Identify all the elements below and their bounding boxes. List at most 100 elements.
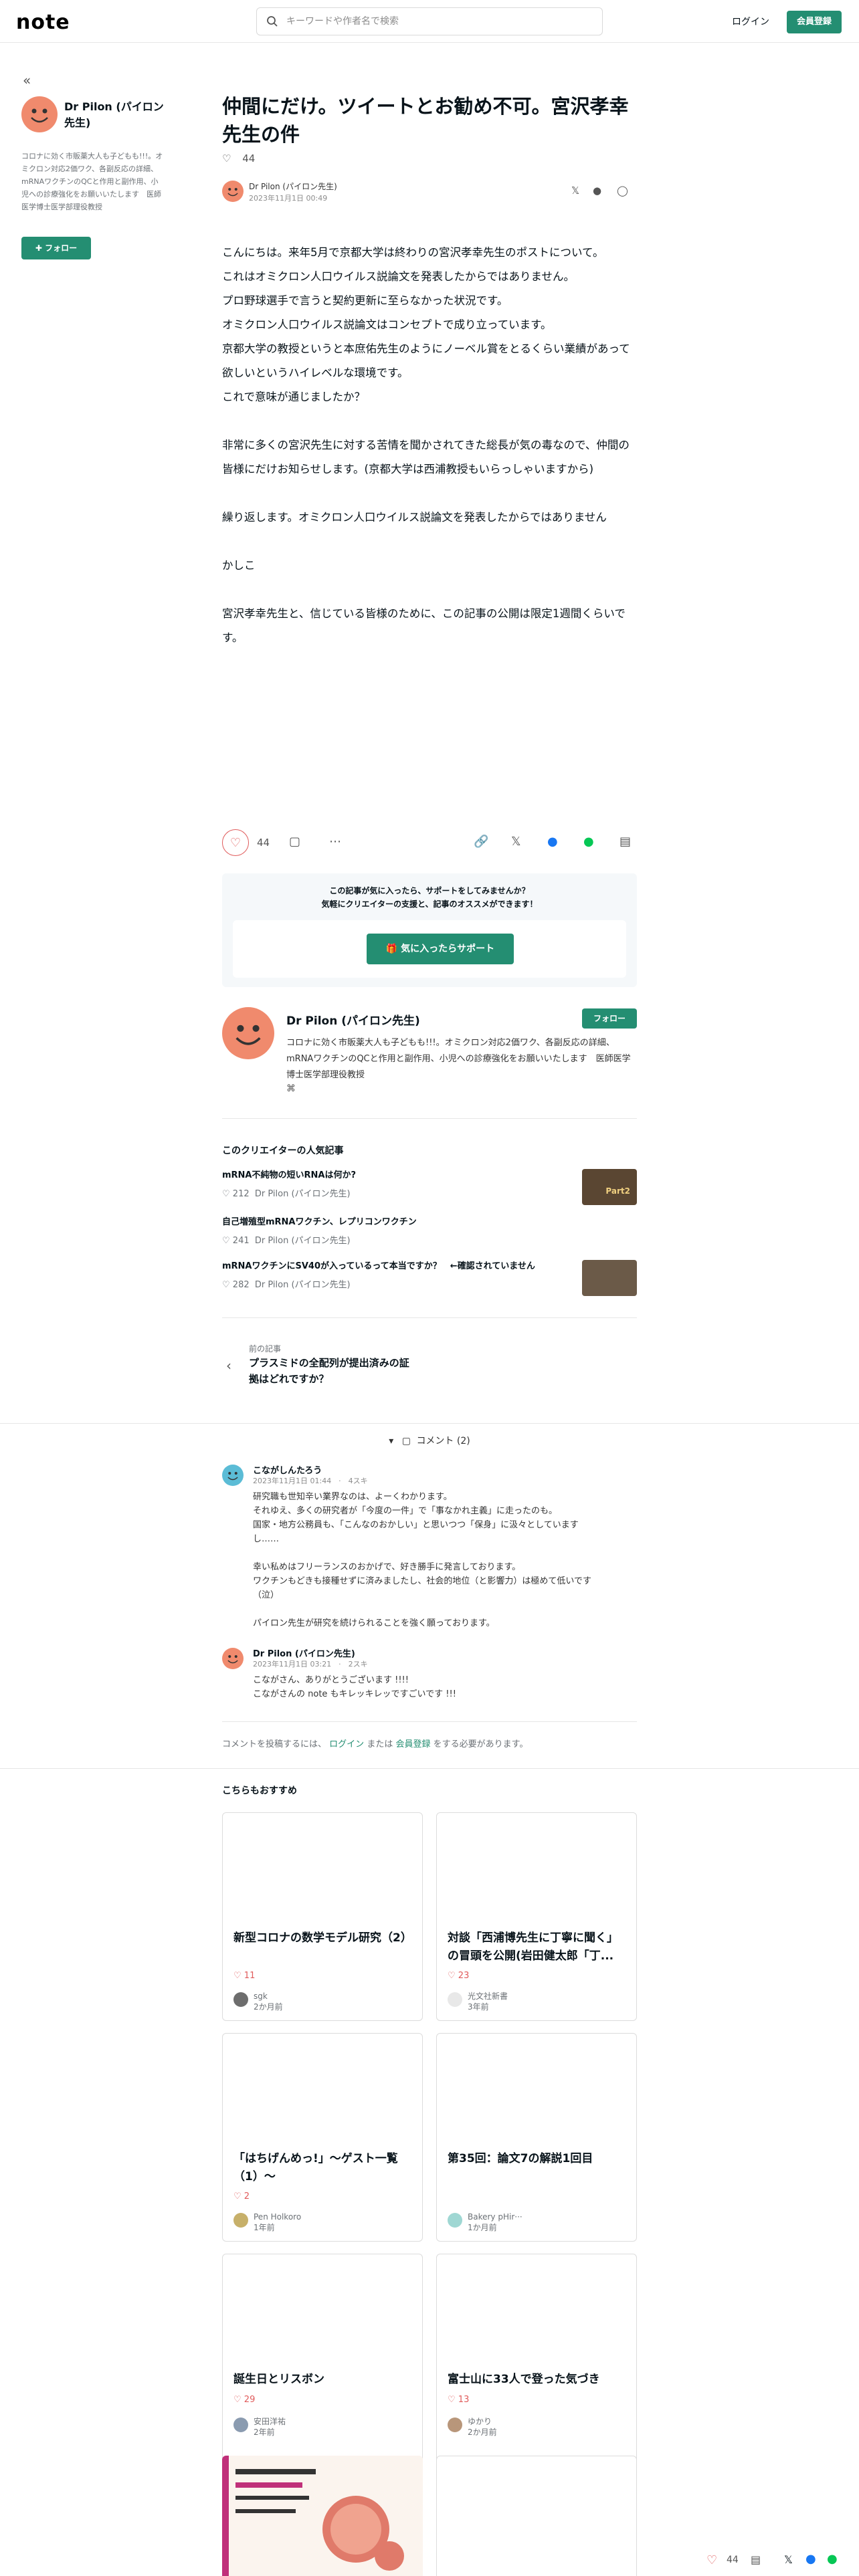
line-share-icon[interactable]: ◯ — [617, 185, 628, 197]
rss-icon[interactable]: ⌘ — [286, 1083, 296, 1094]
comment-icon[interactable]: ▢ — [289, 835, 300, 849]
avatar[interactable] — [222, 1465, 244, 1486]
follow-button[interactable]: ✚ フォロー — [21, 237, 91, 259]
login-note-text: または — [367, 1739, 393, 1749]
avatar[interactable] — [233, 1992, 248, 2007]
author-name[interactable]: Dr Pilon (パイロン先生) — [249, 181, 337, 192]
facebook-share-icon[interactable]: ● — [593, 185, 601, 197]
popular-meta: ♡ 241 Dr Pilon (パイロン先生) — [222, 1233, 637, 1246]
collapse-sidebar-icon[interactable]: « — [23, 72, 31, 88]
facebook-share-icon[interactable]: ● — [805, 2552, 816, 2566]
avatar[interactable] — [233, 2213, 248, 2228]
card-author: 光文社新書 3年前 — [468, 1991, 508, 2012]
body-paragraph: これはオミクロン人口ウイルス説論文を発表したからではありません。 — [222, 270, 575, 283]
chevron-down-icon: ▾ — [389, 1436, 394, 1446]
signup-button[interactable]: 会員登録 — [787, 11, 842, 33]
recommend-card[interactable]: 誕生日とリスボン ♡ 29 安田洋祐 2年前 — [222, 2254, 423, 2462]
facebook-share-icon[interactable]: ● — [547, 835, 558, 849]
avatar[interactable] — [21, 96, 58, 132]
avatar[interactable] — [448, 2418, 462, 2432]
comment-line: こながさんの note もキレッキレッですごいです !!! — [253, 1689, 456, 1699]
support-button[interactable]: 🎁 気に入ったらサポート — [367, 934, 514, 964]
login-note-text: コメントを投稿するには、 — [222, 1739, 327, 1749]
list-item[interactable]: 自己増殖型mRNAワクチン、レプリコンワクチン ♡ 241 Dr Pilon (… — [222, 1216, 637, 1253]
card-likes: ♡ 11 — [233, 1971, 256, 1981]
magazine-icon[interactable]: ▤ — [751, 2553, 761, 2566]
recommend-card[interactable]: 新型コロナの数学モデル研究（2） ♡ 11 sgk 2か月前 — [222, 1812, 423, 2021]
login-link[interactable]: ログイン — [329, 1739, 364, 1749]
like-count: 44 — [257, 837, 270, 849]
heart-icon: ♡ — [222, 152, 231, 165]
card-likes: ♡ 13 — [448, 2395, 470, 2405]
signup-link[interactable]: 会員登録 — [395, 1739, 430, 1749]
article-title: 仲間にだけ。ツイートとお勧め不可。宮沢孝幸先生の件 — [222, 95, 629, 146]
card-author-name: 安田洋祐 — [254, 2417, 286, 2426]
popular-author: Dr Pilon (パイロン先生) — [254, 1280, 351, 1290]
sidebar-author-name[interactable]: Dr Pilon (パイロン先生) — [64, 99, 165, 131]
recommend-card[interactable]: 対談「西浦博先生に丁寧に聞く」の冒頭を公開(岩田健太郎「丁... ♡ 23 光文… — [436, 1812, 637, 2021]
creator-name[interactable]: Dr Pilon (パイロン先生) — [286, 1011, 420, 1028]
prev-article-card[interactable]: ‹ 前の記事 プラスミドの全配列が提出済みの証拠はどれですか？ — [222, 1340, 430, 1396]
x-share-icon[interactable]: 𝕏 — [511, 835, 521, 849]
support-text-line-1: この記事が気に入ったら、サポートをしてみませんか？ — [329, 886, 530, 895]
card-author-name: ゆかり — [468, 2417, 492, 2426]
floating-action-bar: ♡ 44 ▤ 𝕏 ● ● — [696, 2545, 859, 2576]
card-likes: ♡ 2 — [233, 2191, 250, 2202]
recommend-card[interactable]: 富士山に33人で登った気づき ♡ 13 ゆかり 2か月前 — [436, 2254, 637, 2462]
comment-toggle[interactable]: ▾ ▢ コメント (2) — [0, 1434, 859, 1447]
popular-likes: 212 — [232, 1189, 250, 1199]
support-text: この記事が気に入ったら、サポートをしてみませんか？ 気軽にクリエイターの支援と、… — [222, 884, 637, 911]
login-link[interactable]: ログイン — [732, 15, 769, 28]
login-note: コメントを投稿するには、 ログイン または 会員登録 をする必要があります。 — [222, 1737, 528, 1749]
site-header: note ログイン 会員登録 — [0, 0, 859, 43]
author-avatar-small[interactable] — [222, 181, 244, 202]
embed-icon[interactable]: ▤ — [619, 835, 631, 849]
creator-avatar[interactable] — [222, 1007, 274, 1059]
recommend-card[interactable] — [436, 2456, 637, 2576]
person-add-icon: ✚ — [35, 243, 42, 253]
recommend-card[interactable]: 「はちげんめっ!」～ゲスト一覧（1）～ ♡ 2 Pen Holkoro 1年前 — [222, 2033, 423, 2242]
recommend-card[interactable]: 第35回：論文7の解説1回目 Bakery pHir··· 1か月前 — [436, 2033, 637, 2242]
avatar[interactable] — [448, 1992, 462, 2007]
follow-button[interactable]: フォロー — [582, 1008, 637, 1029]
search-input[interactable] — [286, 13, 594, 29]
heart-icon: ♡ — [222, 1236, 230, 1246]
recommend-card[interactable] — [222, 2456, 423, 2576]
avatar[interactable] — [222, 1648, 244, 1669]
comment-line: し…… — [253, 1534, 280, 1544]
list-item[interactable]: mRNAワクチンにSV40が入っているって本当ですか？ ←確認されていません ♡… — [222, 1260, 637, 1297]
search-box[interactable] — [256, 7, 603, 35]
popular-heading: このクリエイターの人気記事 — [222, 1146, 344, 1156]
body-paragraph: 繰り返します。オミクロン人口ウイルス説論文を発表したからではありません — [222, 511, 607, 524]
comment-line: （泣） — [253, 1590, 280, 1600]
note-logo[interactable]: note — [16, 11, 70, 34]
divider — [222, 1317, 637, 1318]
comment-line — [253, 1602, 628, 1616]
link-icon[interactable]: 🔗 — [474, 835, 488, 849]
recommend-heading: こちらもおすすめ — [222, 1786, 297, 1796]
popular-author: Dr Pilon (パイロン先生) — [254, 1236, 351, 1246]
list-item[interactable]: mRNA不純物の短いRNAは何か? ♡ 212 Dr Pilon (パイロン先生… — [222, 1169, 637, 1206]
support-box: この記事が気に入ったら、サポートをしてみませんか？ 気軽にクリエイターの支援と、… — [222, 873, 637, 987]
avatar[interactable] — [233, 2418, 248, 2432]
x-share-icon[interactable]: 𝕏 — [784, 2553, 793, 2566]
like-top[interactable]: ♡ 44 — [222, 152, 255, 165]
card-author-name: Pen Holkoro — [254, 2212, 302, 2222]
avatar[interactable] — [448, 2213, 462, 2228]
heart-icon[interactable]: ♡ — [706, 2553, 717, 2567]
line-share-icon[interactable]: ● — [583, 835, 594, 849]
more-icon[interactable]: ⋯ — [329, 835, 341, 849]
line-share-icon[interactable]: ● — [827, 2552, 838, 2566]
card-title: 誕生日とリスボン — [233, 2373, 324, 2386]
comment-author[interactable]: こながしんたろう — [253, 1463, 322, 1476]
login-note-text: をする必要があります。 — [433, 1739, 529, 1749]
card-likes: ♡ 23 — [448, 1971, 470, 1981]
comment-author[interactable]: Dr Pilon (パイロン先生) — [253, 1646, 355, 1659]
card-author: 安田洋祐 2年前 — [254, 2416, 286, 2438]
popular-likes: 282 — [232, 1280, 250, 1290]
like-button[interactable]: ♡ — [222, 829, 249, 856]
card-author: ゆかり 2か月前 — [468, 2416, 497, 2438]
comment-meta: 2023年11月1日 03:21 · 2スキ — [253, 1660, 368, 1669]
x-share-icon[interactable]: 𝕏 — [571, 185, 579, 197]
card-time: 1か月前 — [468, 2223, 497, 2232]
